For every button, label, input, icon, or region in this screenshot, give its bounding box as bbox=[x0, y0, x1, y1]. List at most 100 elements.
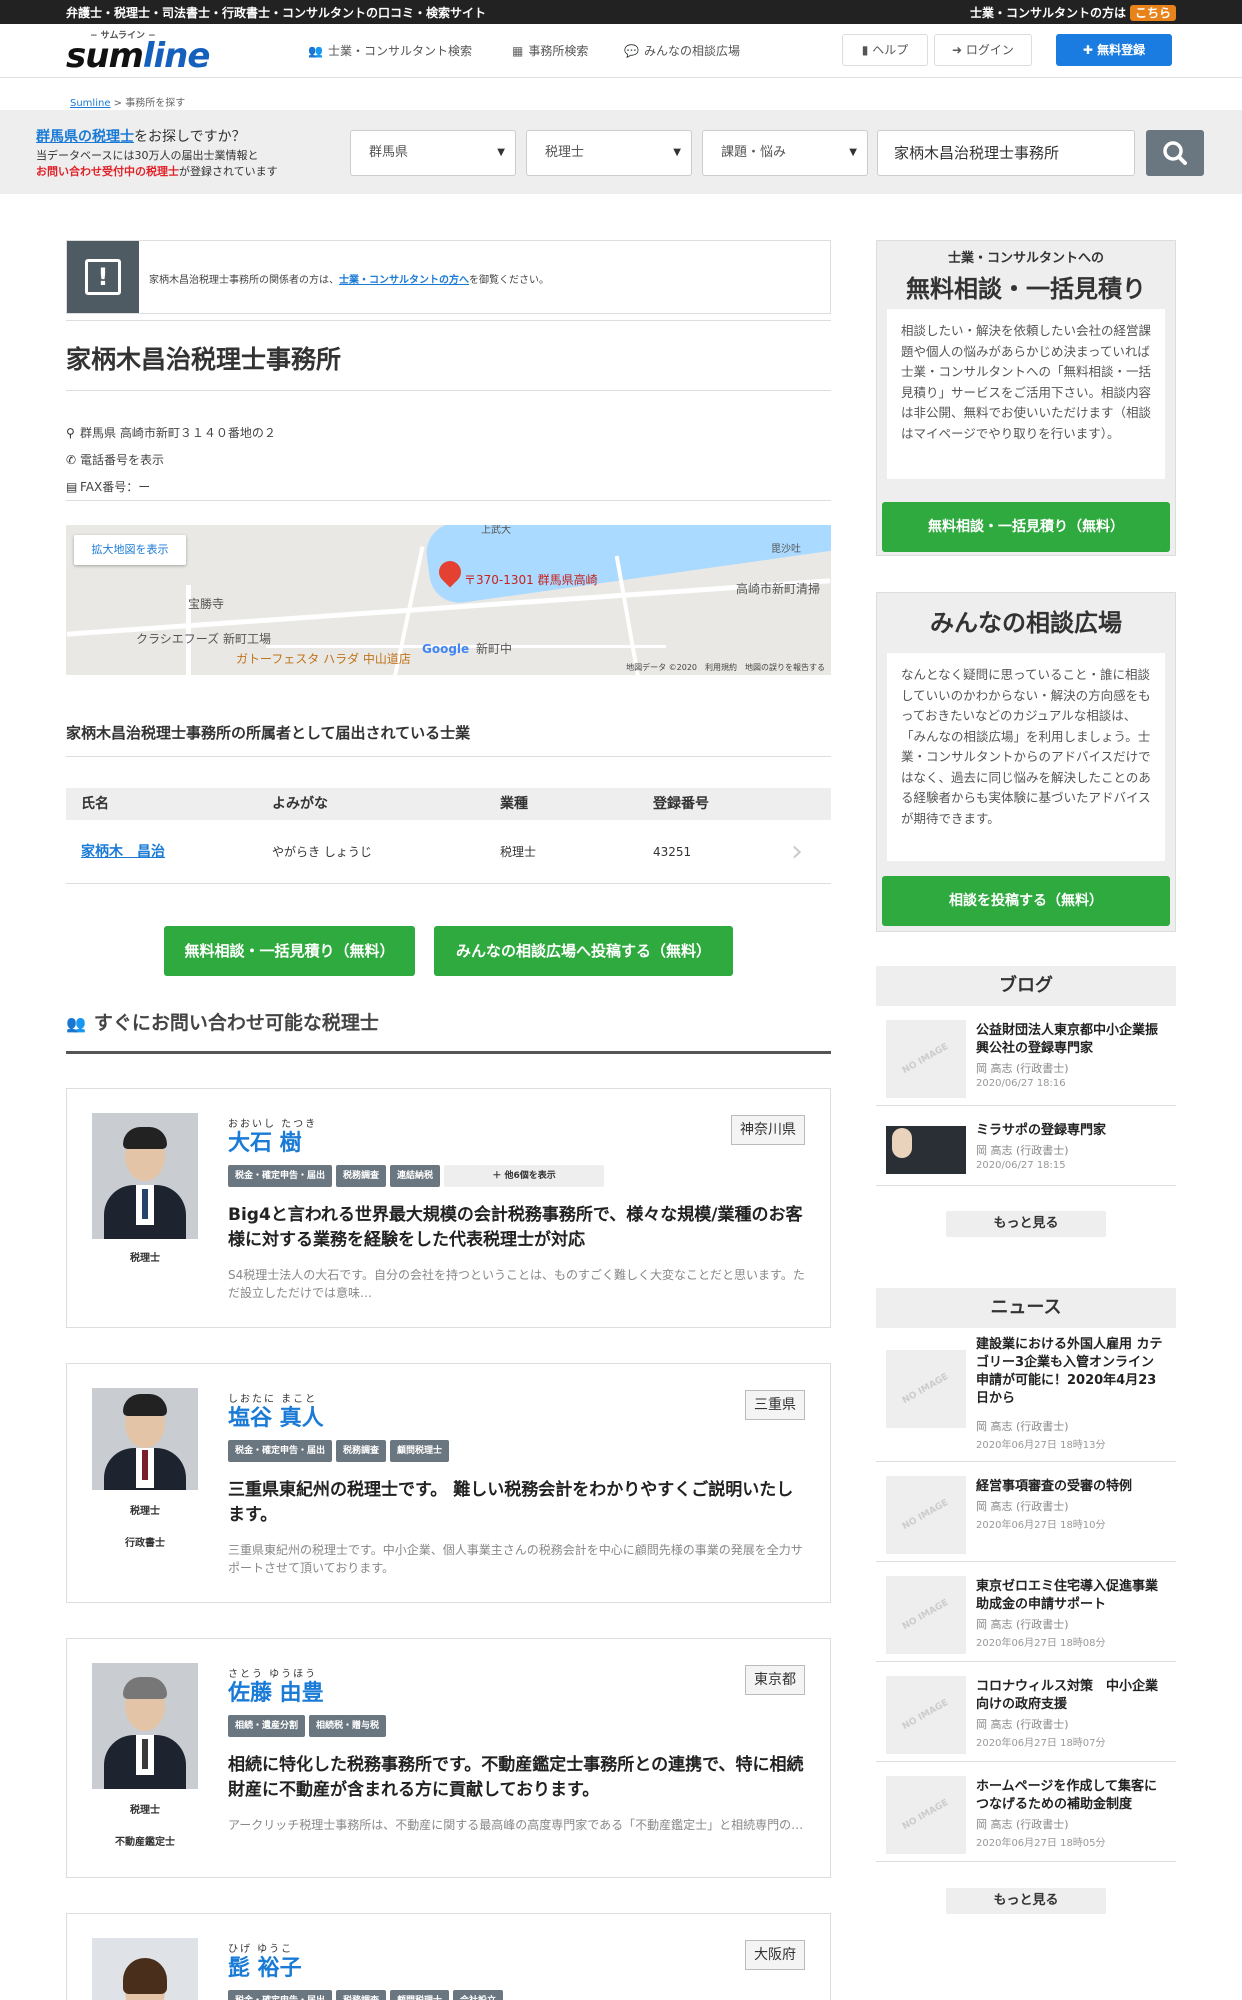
search-button[interactable] bbox=[1146, 130, 1204, 176]
breadcrumb-current: 事務所を探す bbox=[125, 98, 186, 109]
show-more-tags-button[interactable]: ＋ 他6個を表示 bbox=[444, 1165, 605, 1187]
advisor-photo[interactable] bbox=[92, 1663, 198, 1789]
db-info-line1: 当データベースには30万人の届出士業情報と bbox=[36, 149, 259, 162]
pro-link-badge[interactable]: こちら bbox=[1129, 5, 1176, 21]
blog-author: 岡 高志 (行政書士) bbox=[976, 1062, 1069, 1075]
advisor-description: アークリッチ税理士事務所は、不動産に関する最高峰の高度専門家である「不動産鑑定士… bbox=[228, 1818, 804, 1832]
login-icon: ➜ bbox=[952, 43, 966, 57]
nav-forum[interactable]: 💬 みんなの相談広場 bbox=[624, 42, 740, 59]
help-button[interactable]: ▮ ヘルプ bbox=[842, 34, 928, 66]
news-title[interactable]: 東京ゼロエミ住宅導入促進事業 助成金の申請サポート bbox=[976, 1578, 1171, 1614]
keyword-input[interactable]: 家柄木昌治税理士事務所 bbox=[877, 130, 1135, 176]
office-address: ⚲ 群馬県 高崎市新町３１４０番地の２ bbox=[66, 424, 276, 441]
advisor-headline[interactable]: Big4と言われる世界最大規模の会計税務事務所で、様々な規模/業種のお客様に対す… bbox=[228, 1203, 808, 1253]
topic-select[interactable]: 課題・悩み ▼ bbox=[702, 130, 868, 176]
chevron-right-icon[interactable]: › bbox=[791, 820, 803, 884]
google-logo: Google bbox=[422, 642, 470, 656]
advisor-role: 税理士 bbox=[130, 1506, 160, 1517]
news-item[interactable]: NO IMAGE コロナウィルス対策 中小企業向けの政府支援 岡 高志 (行政書… bbox=[876, 1662, 1176, 1762]
advisor-name-link[interactable]: 佐藤 由豊 bbox=[228, 1675, 324, 1707]
news-title[interactable]: コロナウィルス対策 中小企業向けの政府支援 bbox=[976, 1678, 1166, 1714]
map-credit[interactable]: 地図データ ©2020 利用規約 地図の誤りを報告する bbox=[626, 662, 825, 673]
advisor-photo[interactable] bbox=[92, 1938, 198, 2000]
members-table: 氏名 よみがな 業種 登録番号 家柄木 昌治 やがらき しょうじ 税理士 432… bbox=[66, 788, 831, 884]
breadcrumb-home[interactable]: Sumline bbox=[70, 98, 110, 109]
blog-title[interactable]: 公益財団法人東京都中小企業振興公社の登録専門家 bbox=[976, 1022, 1166, 1058]
thumb-label: NO IMAGE bbox=[901, 1497, 951, 1533]
photo-hair bbox=[123, 1958, 167, 1994]
sidebar-consult-button[interactable]: 無料相談・一括見積り（無料） bbox=[882, 502, 1170, 552]
news-item[interactable]: NO IMAGE 経営事項審査の受審の特例 岡 高志 (行政書士) 2020年0… bbox=[876, 1462, 1176, 1562]
nav-office-search[interactable]: ▦ 事務所検索 bbox=[512, 42, 588, 59]
pro-link[interactable]: 士業・コンサルタントの方は こちら bbox=[970, 4, 1176, 21]
advisor-name-link[interactable]: 大石 樹 bbox=[228, 1125, 302, 1157]
news-title[interactable]: 建設業における外国人雇用 カテゴリー3企業も入管オンライン申請が可能に！2020… bbox=[976, 1336, 1166, 1408]
news-author: 岡 高志 (行政書士) bbox=[976, 1818, 1069, 1831]
news-author: 岡 高志 (行政書士) bbox=[976, 1500, 1069, 1513]
fax-text: FAX番号：ー bbox=[80, 480, 151, 494]
search-question-rest: をお探しですか？ bbox=[134, 129, 246, 145]
search-question: 群馬県の税理士をお探しですか？ bbox=[36, 126, 246, 146]
forum-cta-button[interactable]: みんなの相談広場へ投稿する（無料） bbox=[434, 926, 733, 976]
advisor-headline[interactable]: 相続に特化した税務事務所です。不動産鑑定士事務所との連携で、特に相続財産に不動産… bbox=[228, 1753, 808, 1803]
profession-value: 税理士 bbox=[545, 145, 585, 160]
news-item[interactable]: NO IMAGE ホームページを作成して集客につなげるための補助金制度 岡 高志… bbox=[876, 1762, 1176, 1862]
news-item[interactable]: NO IMAGE 建設業における外国人雇用 カテゴリー3企業も入管オンライン申請… bbox=[876, 1328, 1176, 1462]
phone-text[interactable]: 電話番号を表示 bbox=[80, 453, 164, 467]
news-date: 2020年06月27日 18時07分 bbox=[976, 1738, 1106, 1749]
blog-more-button[interactable]: もっと見る bbox=[946, 1211, 1106, 1237]
thumb-label: NO IMAGE bbox=[901, 1597, 951, 1633]
advisor-role: 税理士 bbox=[130, 1253, 160, 1264]
photo-tie bbox=[142, 1739, 148, 1769]
blog-item[interactable]: ミラサポの登録専門家 岡 高志 (行政書士) 2020/06/27 18:15 bbox=[876, 1106, 1176, 1186]
specialty-tag: 税務調査 bbox=[336, 1165, 387, 1187]
map-place: 上武大 bbox=[481, 525, 511, 536]
office-title: 家柄木昌治税理士事務所 bbox=[66, 345, 342, 374]
search-question-link[interactable]: 群馬県の税理士 bbox=[36, 129, 134, 145]
site-header: − サムライン − sumline 👥 士業・コンサルタント検索 ▦ 事務所検索 💬… bbox=[0, 24, 1242, 78]
advisor-card[interactable]: ひげ ゆうこ 髭 裕子 大阪府 税金・確定申告・届出税務調査顧問税理士会社設立 bbox=[66, 1913, 831, 2000]
news-more-button[interactable]: もっと見る bbox=[946, 1888, 1106, 1914]
news-item[interactable]: NO IMAGE 東京ゼロエミ住宅導入促進事業 助成金の申請サポート 岡 高志 … bbox=[876, 1562, 1176, 1662]
prefecture-select[interactable]: 群馬県 ▼ bbox=[350, 130, 516, 176]
map-place: 高崎市新町清掃 bbox=[736, 582, 821, 596]
address-text: 群馬県 高崎市新町３１４０番地の２ bbox=[80, 426, 276, 440]
advisor-description: S4税理士法人の大石です。自分の会社を持つということは、ものすごく難しく大変なこ… bbox=[228, 1268, 805, 1300]
table-row[interactable]: 家柄木 昌治 やがらき しょうじ 税理士 43251 › bbox=[66, 820, 831, 884]
member-name-link[interactable]: 家柄木 昌治 bbox=[81, 820, 165, 884]
advisor-headline[interactable]: 三重県東紀州の税理士です。 難しい税務会計をわかりやすくご説明いたします。 bbox=[228, 1478, 808, 1528]
advisor-name-link[interactable]: 塩谷 真人 bbox=[228, 1400, 324, 1432]
sidebar-forum-button[interactable]: 相談を投稿する（無料） bbox=[882, 876, 1170, 926]
advisor-role: 不動産鑑定士 bbox=[115, 1837, 175, 1848]
news-title[interactable]: 経営事項審査の受審の特例 bbox=[976, 1478, 1166, 1496]
office-map[interactable]: 拡大地図を表示 〒370-1301 群馬県高崎 宝勝寺 クラシエフーズ 新町工場… bbox=[66, 525, 831, 675]
advisor-photo[interactable] bbox=[92, 1113, 198, 1239]
logo-wordmark: sumline bbox=[66, 36, 210, 76]
advisor-name-link[interactable]: 髭 裕子 bbox=[228, 1950, 302, 1982]
advisor-prefecture: 東京都 bbox=[745, 1665, 805, 1695]
advisor-photo[interactable] bbox=[92, 1388, 198, 1490]
advisor-card[interactable]: 税理士 行政書士 しおたに まこと 塩谷 真人 三重県 税金・確定申告・届出 税務… bbox=[66, 1363, 831, 1603]
advisor-card[interactable]: 税理士 不動産鑑定士 さとう ゆうほう 佐藤 由豊 東京都 相続・遺産分割 相続税… bbox=[66, 1638, 831, 1878]
no-image-thumbnail: NO IMAGE bbox=[886, 1576, 966, 1654]
photo-hair bbox=[123, 1677, 167, 1699]
news-date: 2020年06月27日 18時08分 bbox=[976, 1638, 1106, 1649]
blog-thumbnail bbox=[886, 1118, 966, 1174]
news-title[interactable]: ホームページを作成して集客につなげるための補助金制度 bbox=[976, 1778, 1166, 1814]
advisor-card[interactable]: 税理士 おおいし たつき 大石 樹 神奈川県 税金・確定申告・届出 税務調査 連結納… bbox=[66, 1088, 831, 1328]
notice-link[interactable]: 士業・コンサルタントの方へ bbox=[339, 275, 469, 286]
thumb-header bbox=[886, 1118, 966, 1126]
advisor-tags: 相続・遺産分割 相続税・贈与税 bbox=[228, 1713, 390, 1737]
office-phone[interactable]: ✆ 電話番号を表示 bbox=[66, 451, 164, 468]
map-place: 新町中 bbox=[476, 642, 513, 656]
profession-select[interactable]: 税理士 ▼ bbox=[526, 130, 692, 176]
nav-advisor-search[interactable]: 👥 士業・コンサルタント検索 bbox=[308, 42, 472, 59]
map-enlarge-button[interactable]: 拡大地図を表示 bbox=[74, 535, 186, 565]
register-button[interactable]: ✚ 無料登録 bbox=[1056, 34, 1172, 66]
consult-cta-button[interactable]: 無料相談・一括見積り（無料） bbox=[164, 926, 415, 976]
blog-item[interactable]: NO IMAGE 公益財団法人東京都中小企業振興公社の登録専門家 岡 高志 (行… bbox=[876, 1006, 1176, 1106]
chevron-down-icon: ▼ bbox=[497, 147, 505, 158]
blog-title[interactable]: ミラサポの登録専門家 bbox=[976, 1122, 1166, 1140]
thumb-label: NO IMAGE bbox=[901, 1041, 951, 1077]
login-button[interactable]: ➜ ログイン bbox=[934, 34, 1032, 66]
